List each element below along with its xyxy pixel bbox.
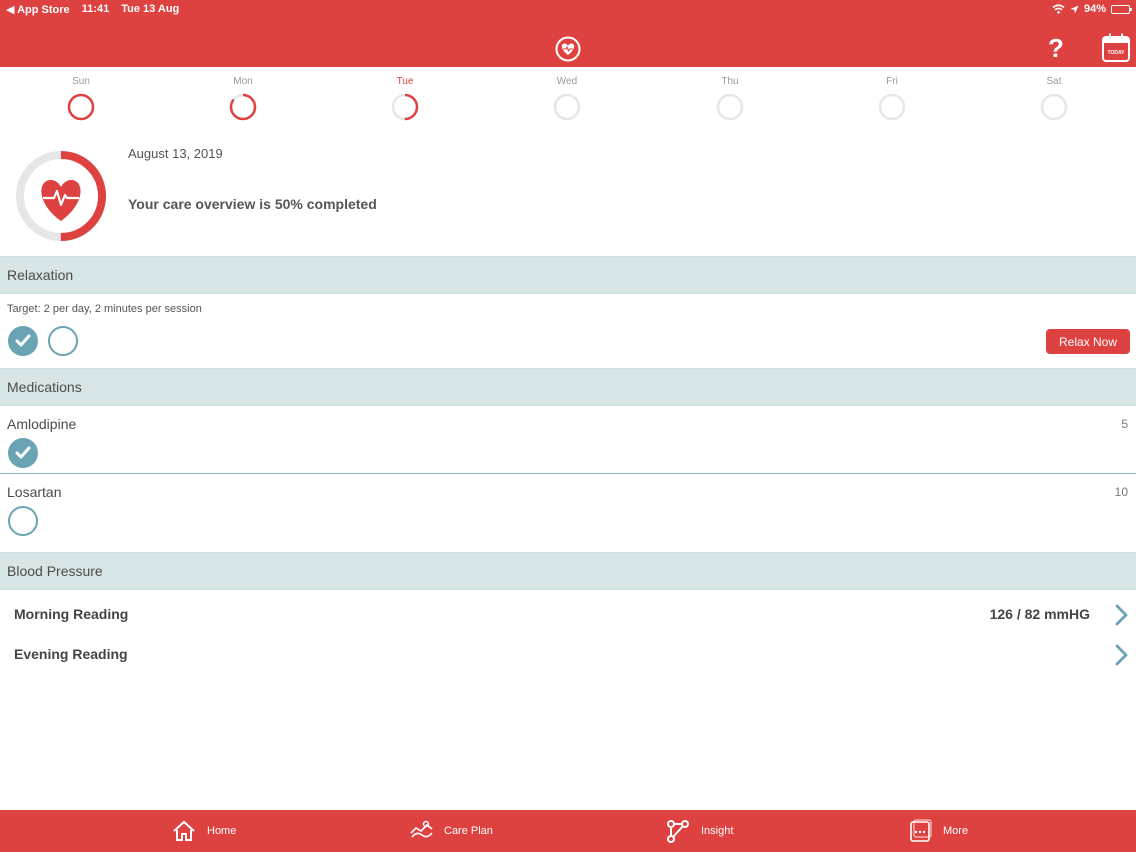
back-to-app-link[interactable]: ◀ App Store <box>6 3 70 16</box>
home-icon <box>173 820 195 841</box>
location-arrow-icon <box>1070 5 1079 13</box>
day-2[interactable]: Tue <box>375 75 435 121</box>
checkmark-icon <box>15 446 31 459</box>
care-plan-icon <box>410 820 433 838</box>
medication-count: 10 <box>1114 485 1128 499</box>
overview-date: August 13, 2019 <box>128 146 223 161</box>
relax-now-button[interactable]: Relax Now <box>1046 329 1130 354</box>
day-progress-ring <box>553 93 581 121</box>
relaxation-sessions <box>8 326 78 356</box>
calendar-today-button[interactable]: TODAY <box>1102 33 1130 62</box>
battery-percent: 94% <box>1083 3 1106 15</box>
heart-badge-icon <box>555 36 581 62</box>
status-time: 11:41 <box>81 3 110 15</box>
care-overview: August 13, 2019 Your care overview is 50… <box>0 140 1136 256</box>
medication-row: Losartan 10 <box>0 474 1136 542</box>
medication-dose-check[interactable] <box>8 438 38 468</box>
relaxation-session-check-0[interactable] <box>8 326 38 356</box>
day-label: Sun <box>72 76 90 87</box>
status-bar-left: ◀ App Store 11:41 Tue 13 Aug <box>6 3 179 16</box>
chevron-right-icon[interactable] <box>1114 604 1130 626</box>
tab-bar: Home Care Plan Insight More <box>0 810 1136 852</box>
blood-pressure-header: Blood Pressure <box>0 552 1136 590</box>
day-progress-ring <box>391 93 419 121</box>
medication-name: Losartan <box>7 484 62 500</box>
relaxation-target: Target: 2 per day, 2 minutes per session <box>7 303 202 315</box>
status-date: Tue 13 Aug <box>121 3 180 15</box>
day-progress-ring <box>878 93 906 121</box>
tab-more[interactable]: More <box>908 810 968 852</box>
medication-dose-check[interactable] <box>8 506 38 536</box>
more-icon <box>910 819 932 842</box>
status-bar-right: 94% <box>1052 3 1132 15</box>
day-label: Thu <box>721 76 739 87</box>
tab-label: Care Plan <box>444 825 493 837</box>
calendar-today-label: TODAY <box>1108 50 1126 56</box>
reading-row[interactable]: Morning Reading 126 / 82 mmHG <box>0 592 1136 632</box>
day-label: Sat <box>1046 76 1062 87</box>
relaxation-session-check-1[interactable] <box>48 326 78 356</box>
chevron-right-icon[interactable] <box>1114 644 1130 666</box>
medications-header: Medications <box>0 368 1136 406</box>
day-label: Mon <box>233 76 253 87</box>
reading-name: Evening Reading <box>14 646 128 662</box>
overview-summary: Your care overview is 50% completed <box>128 196 377 212</box>
day-label: Wed <box>556 76 578 87</box>
medication-row: Amlodipine 5 <box>0 406 1136 474</box>
tab-label: Home <box>207 825 237 837</box>
day-4[interactable]: Thu <box>700 75 760 121</box>
medication-name: Amlodipine <box>7 416 77 432</box>
week-strip: Sun Mon Tue Wed Thu Fri Sat <box>0 75 1136 127</box>
insight-icon <box>667 820 689 843</box>
heart-rate-icon <box>41 179 81 221</box>
top-bar: ◀ App Store 11:41 Tue 13 Aug 94% ? TODAY <box>0 0 1136 67</box>
reading-row[interactable]: Evening Reading <box>0 632 1136 672</box>
wifi-icon <box>1052 4 1065 14</box>
tab-home[interactable]: Home <box>172 810 236 852</box>
relaxation-header: Relaxation <box>0 256 1136 294</box>
day-6[interactable]: Sat <box>1024 75 1084 121</box>
day-progress-ring <box>716 93 744 121</box>
day-3[interactable]: Wed <box>537 75 597 121</box>
tab-care-plan[interactable]: Care Plan <box>409 810 493 852</box>
day-progress-ring <box>229 93 257 121</box>
day-label: Tue <box>396 76 414 87</box>
help-button[interactable]: ? <box>1042 32 1070 64</box>
day-5[interactable]: Fri <box>862 75 922 121</box>
reading-name: Morning Reading <box>14 606 129 622</box>
day-progress-ring <box>67 93 95 121</box>
reading-value: 126 / 82 mmHG <box>989 606 1090 622</box>
day-1[interactable]: Mon <box>213 75 273 121</box>
medication-divider <box>0 473 1136 474</box>
battery-icon <box>1111 4 1132 14</box>
overview-progress-ring <box>16 151 106 241</box>
tab-label: More <box>943 825 969 837</box>
tab-insight[interactable]: Insight <box>666 810 733 852</box>
day-label: Fri <box>886 76 898 87</box>
checkmark-icon <box>15 334 31 347</box>
medication-count: 5 <box>1121 417 1128 431</box>
day-0[interactable]: Sun <box>51 75 111 121</box>
day-progress-ring <box>1040 93 1068 121</box>
tab-label: Insight <box>701 825 734 837</box>
